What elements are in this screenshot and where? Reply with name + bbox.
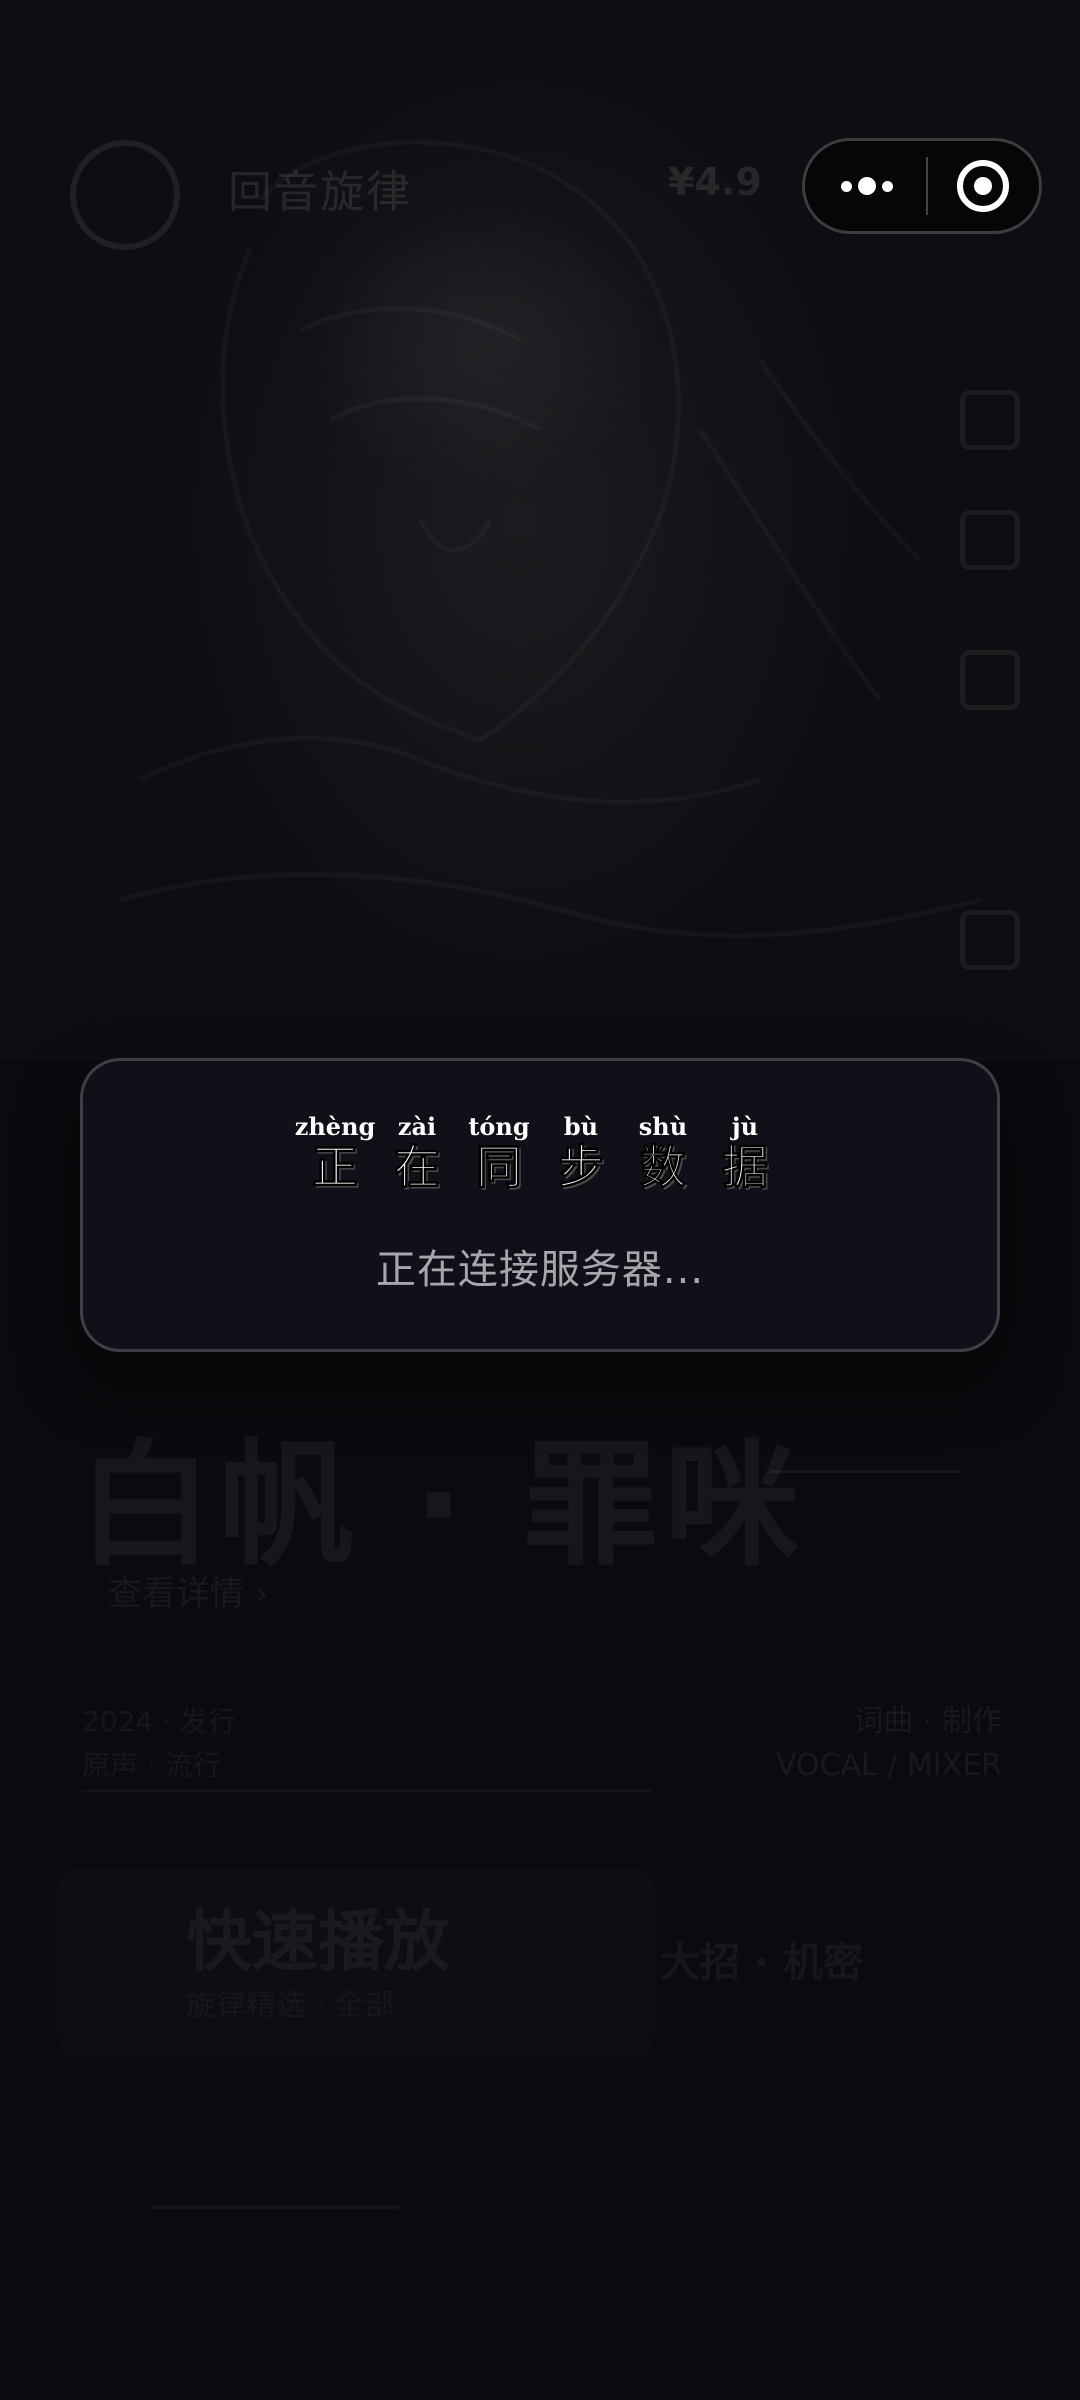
app-brand-name: 回音旋律 bbox=[228, 167, 412, 218]
ruby-char: jù 据 bbox=[709, 1112, 781, 1194]
hanzi: 在 bbox=[394, 1140, 441, 1194]
ruby-char: shù 数 bbox=[627, 1112, 699, 1194]
hanzi: 步 bbox=[558, 1140, 605, 1194]
modal-subtitle: 正在连接服务器... bbox=[375, 1247, 705, 1293]
pinyin: bù bbox=[563, 1112, 599, 1141]
side-action-icons bbox=[950, 390, 1040, 990]
dot bbox=[882, 180, 893, 192]
more-dots-icon[interactable] bbox=[837, 177, 897, 195]
pinyin: tóng bbox=[468, 1112, 530, 1141]
meta-left-line: 原声 · 流行 bbox=[82, 1749, 221, 1782]
pinyin: jù bbox=[731, 1112, 759, 1141]
hanzi: 正 bbox=[312, 1140, 359, 1194]
share-icon bbox=[960, 650, 1020, 710]
app-logo bbox=[70, 140, 180, 250]
artist-link: 查看详情 › bbox=[108, 1574, 269, 1614]
collect-icon bbox=[960, 910, 1020, 970]
card-right-text: 大招 · 机密 bbox=[660, 1940, 864, 1986]
dot bbox=[858, 177, 876, 195]
hanzi: 据 bbox=[722, 1140, 769, 1194]
app-page: 回音旋律 ¥4.9 白帆 · 罪咪 查看详情 › 2024 · 发行 原声 · … bbox=[0, 0, 1080, 2400]
price-chip: ¥4.9 bbox=[668, 160, 762, 204]
capsule-divider bbox=[926, 157, 928, 215]
song-title: 白帆 · 罪咪 bbox=[78, 1427, 806, 1584]
comment-icon bbox=[960, 510, 1020, 570]
ruby-char: zài 在 bbox=[381, 1112, 453, 1194]
loading-modal: zhèng 正 zài 在 tóng 同 bù 步 shù 数 jù 据 正在连… bbox=[80, 1058, 1000, 1352]
meta-right-line: 词曲 · 制作 bbox=[853, 1704, 1002, 1739]
ruby-char: tóng 同 bbox=[463, 1112, 535, 1194]
card-subtitle: 旋律精选 · 全部 bbox=[186, 1980, 395, 2024]
pinyin: zhèng bbox=[294, 1112, 376, 1141]
ruby-char: bù 步 bbox=[545, 1112, 617, 1194]
target-core bbox=[974, 177, 992, 195]
dot bbox=[841, 180, 852, 192]
meta-right: 词曲 · 制作 VOCAL / MIXER bbox=[776, 1700, 1002, 1788]
meta-left-line: 2024 · 发行 bbox=[82, 1705, 236, 1738]
card-title: 快速播放 bbox=[186, 1903, 450, 1980]
pinyin: shù bbox=[638, 1112, 688, 1141]
title-divider bbox=[770, 1470, 960, 1473]
divider-line bbox=[82, 1790, 652, 1792]
meta-right-line: VOCAL / MIXER bbox=[775, 1748, 1002, 1783]
hanzi: 数 bbox=[640, 1140, 687, 1194]
modal-title-ruby: zhèng 正 zài 在 tóng 同 bù 步 shù 数 jù 据 bbox=[83, 1112, 997, 1194]
bottom-line bbox=[150, 2205, 400, 2209]
pinyin: zài bbox=[397, 1112, 437, 1141]
meta-left: 2024 · 发行 原声 · 流行 bbox=[82, 1700, 236, 1788]
target-icon[interactable] bbox=[957, 160, 1009, 212]
ruby-char: zhèng 正 bbox=[295, 1115, 376, 1194]
mini-program-capsule bbox=[802, 138, 1042, 234]
like-icon bbox=[960, 390, 1020, 450]
hanzi: 同 bbox=[476, 1140, 523, 1194]
